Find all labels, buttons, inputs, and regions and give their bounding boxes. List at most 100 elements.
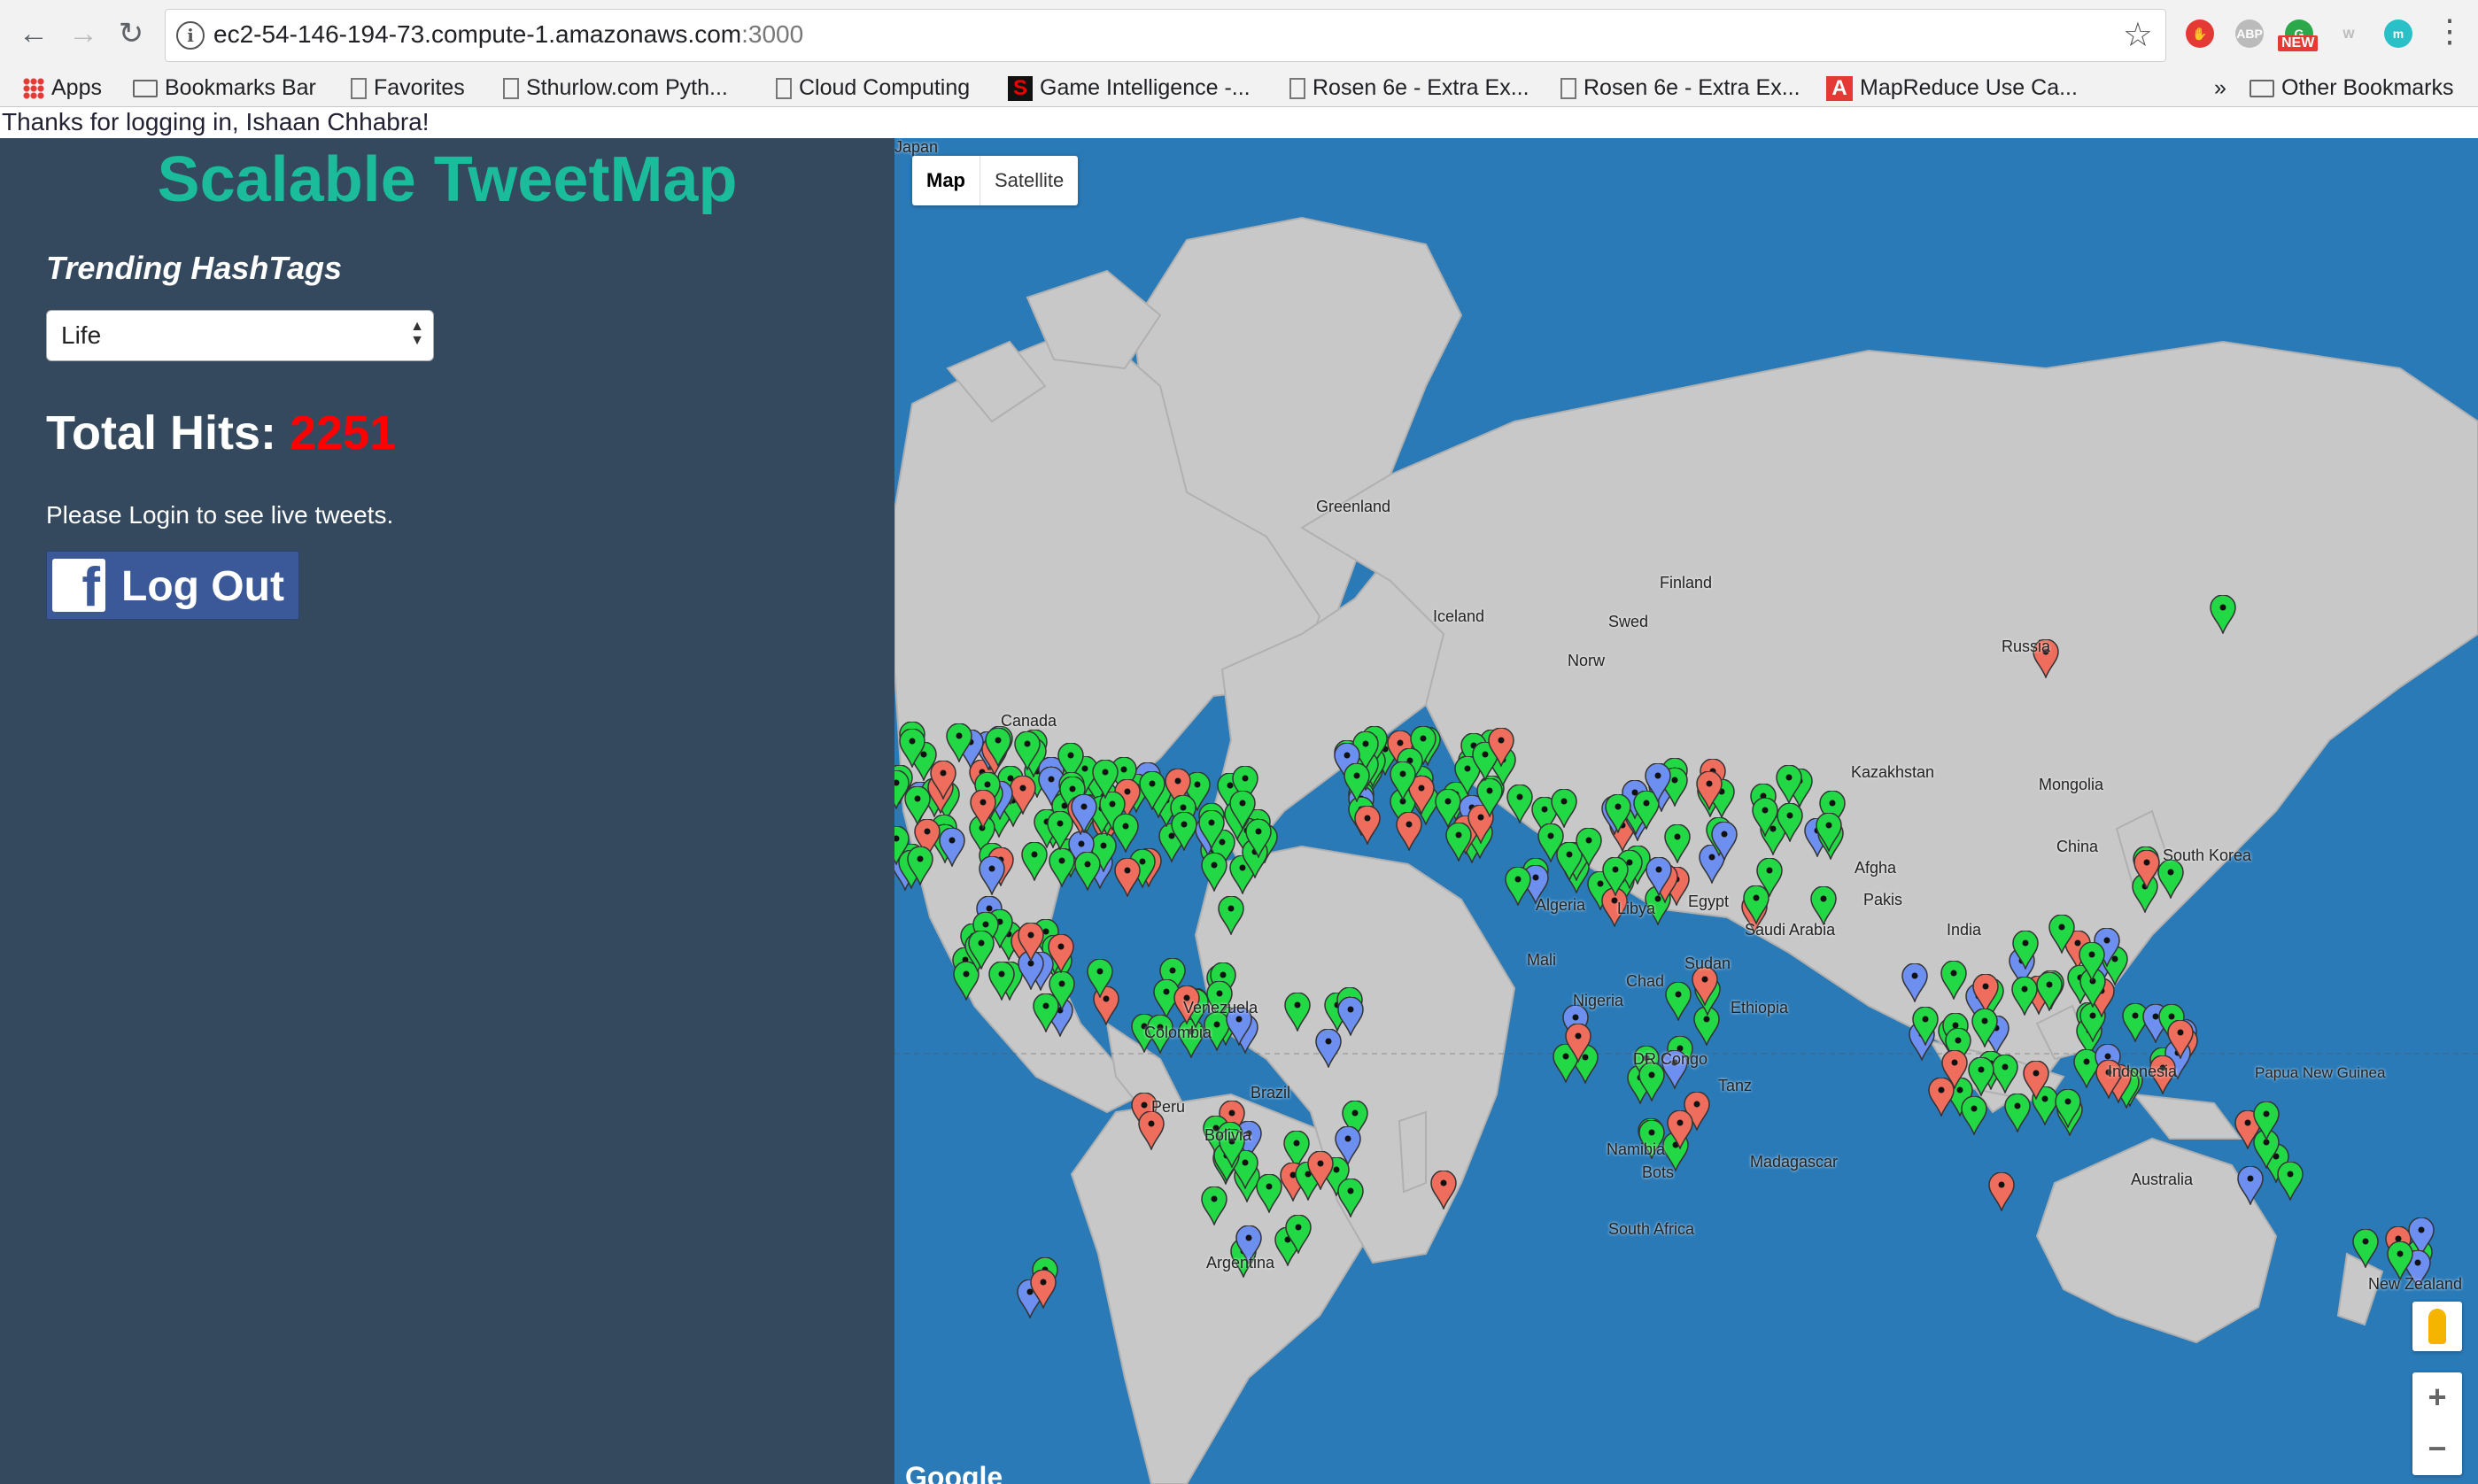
tweet-marker[interactable] xyxy=(1047,933,1074,973)
tweet-marker[interactable] xyxy=(946,723,972,762)
tweet-marker[interactable] xyxy=(2133,850,2161,890)
tweet-marker[interactable] xyxy=(1315,1029,1342,1068)
tweet-marker[interactable] xyxy=(1390,761,1416,801)
tweet-marker[interactable] xyxy=(1504,866,1531,906)
tweet-marker[interactable] xyxy=(985,728,1011,768)
tweet-marker[interactable] xyxy=(1074,852,1101,892)
bookmark-other-bookmarks[interactable]: Other Bookmarks xyxy=(2250,73,2454,103)
bookmark-sthurlow[interactable]: Sthurlow.com Pyth... xyxy=(503,73,728,103)
tweet-marker[interactable] xyxy=(1354,805,1381,845)
tweet-marker[interactable] xyxy=(2036,972,2063,1012)
tweet-marker[interactable] xyxy=(2277,1161,2304,1201)
tweet-marker[interactable] xyxy=(1752,797,1779,837)
bookmark-game-intelligence[interactable]: S Game Intelligence -... xyxy=(1008,73,1251,103)
tweet-marker[interactable] xyxy=(1551,789,1578,829)
tweet-marker[interactable] xyxy=(1071,794,1097,834)
tweet-marker[interactable] xyxy=(939,827,965,867)
map-type-satellite-button[interactable]: Satellite xyxy=(980,156,1078,205)
tweet-marker[interactable] xyxy=(1912,1007,1939,1047)
tweet-marker[interactable] xyxy=(1971,1008,1998,1047)
tweet-marker[interactable] xyxy=(2011,977,2038,1016)
tweet-marker[interactable] xyxy=(904,786,931,826)
tweet-marker[interactable] xyxy=(1506,785,1534,823)
tweet-marker[interactable] xyxy=(1396,811,1423,851)
tweet-marker[interactable] xyxy=(899,728,925,768)
tweet-marker[interactable] xyxy=(1139,770,1165,810)
forward-arrow-icon[interactable]: → xyxy=(66,16,101,51)
tweet-marker[interactable] xyxy=(1229,791,1256,831)
tweet-marker[interactable] xyxy=(1605,793,1631,833)
tweet-marker[interactable] xyxy=(1201,852,1227,892)
tweet-marker[interactable] xyxy=(2157,859,2184,899)
tweet-marker[interactable] xyxy=(2012,931,2039,970)
site-info-icon[interactable]: i xyxy=(176,21,205,50)
zoom-in-button[interactable]: + xyxy=(2412,1372,2462,1424)
tweet-marker[interactable] xyxy=(1198,810,1226,850)
tweet-marker[interactable] xyxy=(1565,1023,1591,1063)
bookmark-apps[interactable]: Apps xyxy=(23,73,102,103)
tweet-marker[interactable] xyxy=(1940,960,1967,1000)
tweet-marker[interactable] xyxy=(2078,942,2105,982)
tweet-marker[interactable] xyxy=(1087,959,1113,999)
tweet-marker[interactable] xyxy=(1988,1172,2015,1211)
world-map[interactable]: Greenland Iceland Finland Russia Norw Sw… xyxy=(894,138,2478,1484)
tweet-marker[interactable] xyxy=(2237,1166,2265,1206)
reload-icon[interactable]: ↻ xyxy=(113,16,149,51)
tweet-marker[interactable] xyxy=(1284,992,1311,1032)
facebook-logout-button[interactable]: f Log Out xyxy=(46,551,299,620)
tweet-marker[interactable] xyxy=(1696,770,1723,810)
tweet-marker[interactable] xyxy=(1200,1186,1227,1225)
bookmarks-overflow-button[interactable]: » xyxy=(2214,73,2226,103)
tweet-marker[interactable] xyxy=(1665,982,1692,1022)
back-arrow-icon[interactable]: ← xyxy=(16,16,51,51)
bookmark-rosen-1[interactable]: Rosen 6e - Extra Ex... xyxy=(1289,73,1529,103)
tweet-marker[interactable] xyxy=(988,961,1015,1001)
tweet-marker[interactable] xyxy=(969,789,996,829)
tweet-marker[interactable] xyxy=(1576,828,1602,868)
url-text[interactable]: ec2-54-146-194-73.compute-1.amazonaws.co… xyxy=(213,20,803,49)
tweet-marker[interactable] xyxy=(1810,886,1837,926)
browser-menu-icon[interactable]: ⋮ xyxy=(2434,12,2466,50)
tweet-marker[interactable] xyxy=(1337,1179,1364,1218)
tweet-marker[interactable] xyxy=(1111,813,1139,853)
tweet-marker[interactable] xyxy=(2352,1229,2380,1269)
tweet-marker[interactable] xyxy=(1335,1126,1361,1166)
tweet-marker[interactable] xyxy=(1285,1215,1312,1255)
tweet-marker[interactable] xyxy=(2210,595,2236,634)
zoom-out-button[interactable]: − xyxy=(2412,1424,2462,1475)
tweet-marker[interactable] xyxy=(1901,962,1928,1002)
tweet-marker[interactable] xyxy=(1776,764,1802,804)
tweet-marker[interactable] xyxy=(1013,730,1041,770)
bookmark-star-icon[interactable]: ☆ xyxy=(2123,15,2153,55)
tweet-marker[interactable] xyxy=(1667,1109,1693,1149)
tweet-marker[interactable] xyxy=(1218,896,1244,935)
address-bar[interactable]: i ec2-54-146-194-73.compute-1.amazonaws.… xyxy=(165,9,2166,62)
tweet-marker[interactable] xyxy=(1755,858,1783,898)
tweet-marker[interactable] xyxy=(1307,1151,1335,1191)
tweet-marker[interactable] xyxy=(1430,1171,1457,1210)
tweet-marker[interactable] xyxy=(1344,763,1371,803)
adblock-extension-icon[interactable]: ABP xyxy=(2235,19,2264,48)
tweet-marker[interactable] xyxy=(1777,803,1803,843)
tweet-marker[interactable] xyxy=(2055,1089,2081,1129)
tweet-marker[interactable] xyxy=(1138,1111,1165,1151)
bookmark-cloud-computing[interactable]: Cloud Computing xyxy=(776,73,970,103)
tweet-marker[interactable] xyxy=(1171,811,1198,851)
tweet-marker[interactable] xyxy=(1816,813,1843,853)
tweet-marker[interactable] xyxy=(1114,858,1141,898)
tweet-marker[interactable] xyxy=(2253,1101,2280,1141)
stop-extension-icon[interactable]: ✋ xyxy=(2186,19,2214,48)
tweet-marker[interactable] xyxy=(2022,1061,2049,1101)
tweet-marker[interactable] xyxy=(1256,1174,1283,1214)
tweet-marker[interactable] xyxy=(1488,727,1514,767)
tweet-marker[interactable] xyxy=(2167,1019,2195,1059)
tweet-marker[interactable] xyxy=(1992,1055,2019,1094)
tweet-marker[interactable] xyxy=(1972,974,2000,1014)
w-extension-icon[interactable]: W xyxy=(2335,19,2363,48)
bookmark-mapreduce[interactable]: A MapReduce Use Ca... xyxy=(1826,73,2078,103)
map-type-map-button[interactable]: Map xyxy=(912,156,980,205)
tweet-marker[interactable] xyxy=(979,855,1005,895)
bookmark-rosen-2[interactable]: Rosen 6e - Extra Ex... xyxy=(1560,73,1800,103)
tweet-marker[interactable] xyxy=(1711,822,1738,862)
tweet-marker[interactable] xyxy=(1941,1049,1968,1089)
